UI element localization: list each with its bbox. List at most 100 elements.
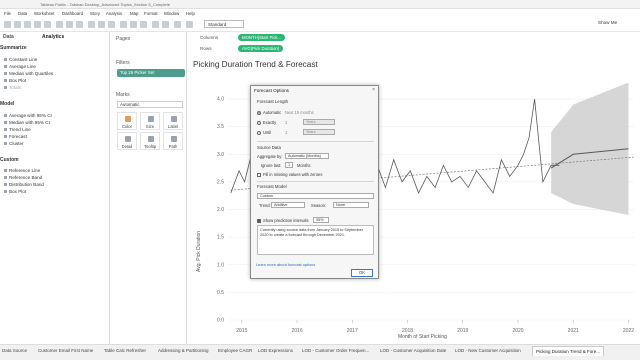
trend-select[interactable]: Additive	[271, 202, 305, 208]
fill-missing-checkbox[interactable]: Fill in missing values with zeroes	[257, 172, 322, 177]
exactly-unit-select[interactable]: Years	[303, 119, 335, 125]
y-tick-label: 2.0	[217, 207, 224, 213]
item-reference-line[interactable]: Reference Line	[4, 168, 40, 173]
exactly-radio[interactable]: Exactly	[257, 120, 276, 125]
presentation-icon[interactable]	[186, 21, 193, 28]
new-datasource-icon[interactable]	[44, 21, 51, 28]
tab-sheet[interactable]: Table Calc Refresher	[104, 348, 146, 353]
new-sheet-icon[interactable]	[56, 21, 63, 28]
path-button[interactable]: Path	[163, 132, 183, 150]
menu-data[interactable]: Data	[18, 11, 27, 16]
menu-window[interactable]: Window	[164, 11, 179, 16]
item-distribution-band[interactable]: Distribution Band	[4, 182, 44, 187]
tab-sheet[interactable]: LOD - Customer Order Frequen...	[302, 348, 369, 353]
item-reference-band[interactable]: Reference Band	[4, 175, 42, 180]
item-totals[interactable]: Totals	[4, 85, 21, 90]
tab-sheet[interactable]: LOD - Customer Acquisition Date	[380, 348, 446, 353]
x-axis-label: Month of Start Picking	[398, 334, 447, 340]
item-median-quartiles[interactable]: Median with Quartiles	[4, 71, 53, 76]
tab-data-source[interactable]: Data Source	[2, 348, 27, 353]
sort-asc-icon[interactable]	[98, 21, 105, 28]
color-button[interactable]: Color	[117, 112, 137, 130]
divider	[257, 141, 374, 142]
menu-help[interactable]: Help	[186, 11, 195, 16]
cluster-icon	[4, 142, 7, 146]
item-box-plot[interactable]: Box Plot	[4, 78, 26, 83]
clear-icon[interactable]	[76, 21, 83, 28]
aggregate-by-select[interactable]: Automatic (Months)	[285, 153, 329, 159]
tab-active-sheet[interactable]: Picking Duration Trend & Fore...	[532, 346, 605, 356]
until-radio[interactable]: Until	[257, 130, 271, 135]
item-cluster[interactable]: Cluster	[4, 141, 24, 146]
average-ci-icon	[4, 114, 7, 118]
learn-more-link[interactable]: Learn more about forecast options	[256, 262, 315, 267]
label-button[interactable]: Label	[163, 112, 183, 130]
until-unit-select[interactable]: Years	[303, 129, 335, 135]
divider	[257, 181, 374, 182]
y-tick-label: 0.0	[217, 318, 224, 324]
labels-icon[interactable]	[140, 21, 147, 28]
close-icon[interactable]: ×	[372, 87, 375, 93]
tab-analytics[interactable]: Analytics	[42, 32, 82, 41]
tab-sheet[interactable]: Employee CAGR	[218, 348, 252, 353]
tab-sheet[interactable]: LOD - New Customer Acquisition	[455, 348, 521, 353]
ignore-last-input[interactable]: 1	[285, 162, 293, 168]
trend-label: Trend:	[259, 203, 271, 208]
y-axis-label: Avg. Pick Duration	[196, 231, 202, 272]
filter-pill[interactable]: Top 25 Picker Set	[117, 69, 185, 77]
detail-button[interactable]: Detail	[117, 132, 137, 150]
highlight-icon[interactable]	[120, 21, 127, 28]
show-me-button[interactable]: Show Me	[598, 20, 617, 25]
checkbox-checked-icon	[257, 218, 261, 223]
automatic-radio[interactable]: Automatic	[257, 110, 281, 115]
forecast-length-heading: Forecast Length	[257, 99, 289, 104]
until-value[interactable]: 1	[285, 130, 287, 135]
title-bar: Tableau Public - Tableau Desktop_Advance…	[0, 0, 640, 9]
item-trend-line[interactable]: Trend Line	[4, 127, 31, 132]
show-intervals-checkbox[interactable]: Show prediction intervals	[257, 218, 309, 223]
menu-format[interactable]: Format	[144, 11, 158, 16]
ok-button[interactable]: OK	[351, 269, 373, 277]
redo-icon[interactable]	[24, 21, 31, 28]
box-plot-icon	[4, 190, 7, 194]
menu-story[interactable]: Story	[90, 11, 100, 16]
item-median-ci[interactable]: Median with 95% CI	[4, 120, 50, 125]
toolbar	[0, 17, 640, 32]
columns-pill[interactable]: MONTH(Start Pick...	[238, 34, 286, 41]
item-average-line[interactable]: Average Line	[4, 64, 36, 69]
undo-icon[interactable]	[14, 21, 21, 28]
item-average-ci[interactable]: Average with 95% CI	[4, 113, 52, 118]
tab-sheet[interactable]: LOD Expressions	[258, 348, 293, 353]
reference-band-icon	[4, 176, 7, 180]
y-tick-label: 0.5	[217, 290, 224, 296]
menu-worksheet[interactable]: Worksheet	[34, 11, 54, 16]
duplicate-icon[interactable]	[66, 21, 73, 28]
item-custom-box-plot[interactable]: Box Plot	[4, 189, 26, 194]
menu-map[interactable]: Map	[130, 11, 138, 16]
tab-sheet[interactable]: Addressing & Partitioning	[158, 348, 209, 353]
menu-analysis[interactable]: Analysis	[106, 11, 122, 16]
tableau-logo-icon[interactable]	[4, 21, 11, 28]
interval-select[interactable]: 95%	[313, 217, 329, 223]
item-forecast[interactable]: Forecast	[4, 134, 27, 139]
fit-icon[interactable]	[162, 21, 169, 28]
menu-dashboard[interactable]: Dashboard	[62, 11, 83, 16]
tab-sheet[interactable]: Customer Email First Name	[38, 348, 93, 353]
menu-file[interactable]: File	[4, 11, 11, 16]
mark-type-select[interactable]: Automatic	[117, 101, 183, 108]
group-icon[interactable]	[130, 21, 137, 28]
tooltip-icon[interactable]	[174, 21, 181, 28]
item-constant-line[interactable]: Constant Line	[4, 57, 37, 62]
fix-axes-icon[interactable]	[152, 21, 159, 28]
tooltip-button[interactable]: Tooltip	[140, 132, 160, 150]
season-select[interactable]: None	[333, 202, 369, 208]
exactly-value[interactable]: 1	[285, 120, 287, 125]
size-button[interactable]: Size	[140, 112, 160, 130]
model-select[interactable]: Custom	[257, 193, 374, 199]
sort-desc-icon[interactable]	[108, 21, 115, 28]
tab-data[interactable]: Data	[0, 32, 30, 41]
rows-pill[interactable]: AVG(Pick Duration)	[238, 45, 284, 52]
view-size-select[interactable]: Standard	[204, 20, 244, 28]
swap-icon[interactable]	[88, 21, 95, 28]
save-icon[interactable]	[34, 21, 41, 28]
